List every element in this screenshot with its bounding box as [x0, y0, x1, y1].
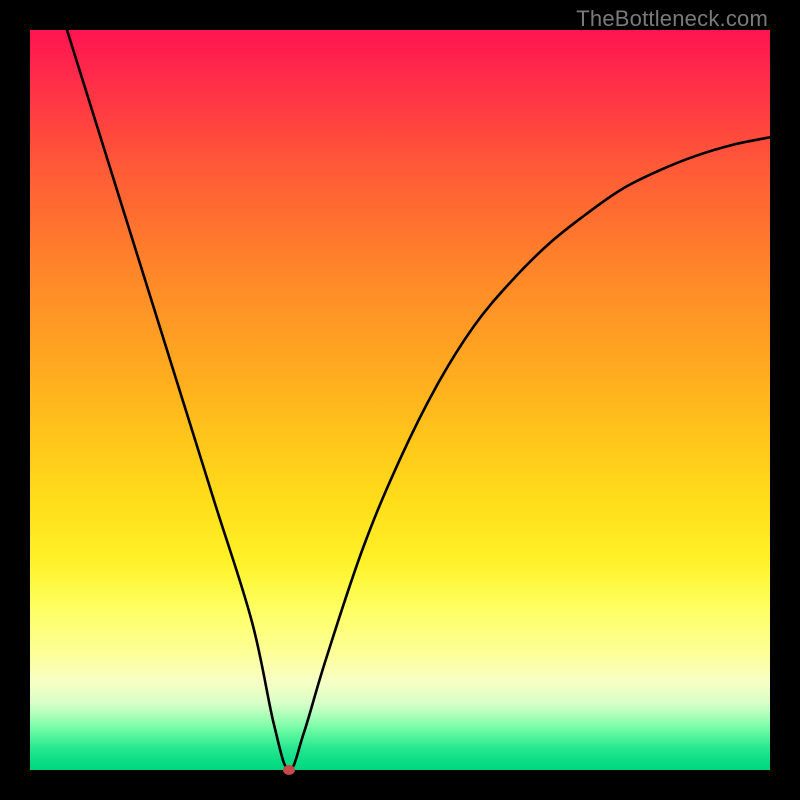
plot-area — [30, 30, 770, 770]
optimum-marker — [283, 765, 295, 775]
watermark-text: TheBottleneck.com — [576, 6, 768, 32]
bottleneck-curve — [67, 30, 770, 770]
chart-frame: TheBottleneck.com — [0, 0, 800, 800]
curve-svg — [30, 30, 770, 770]
